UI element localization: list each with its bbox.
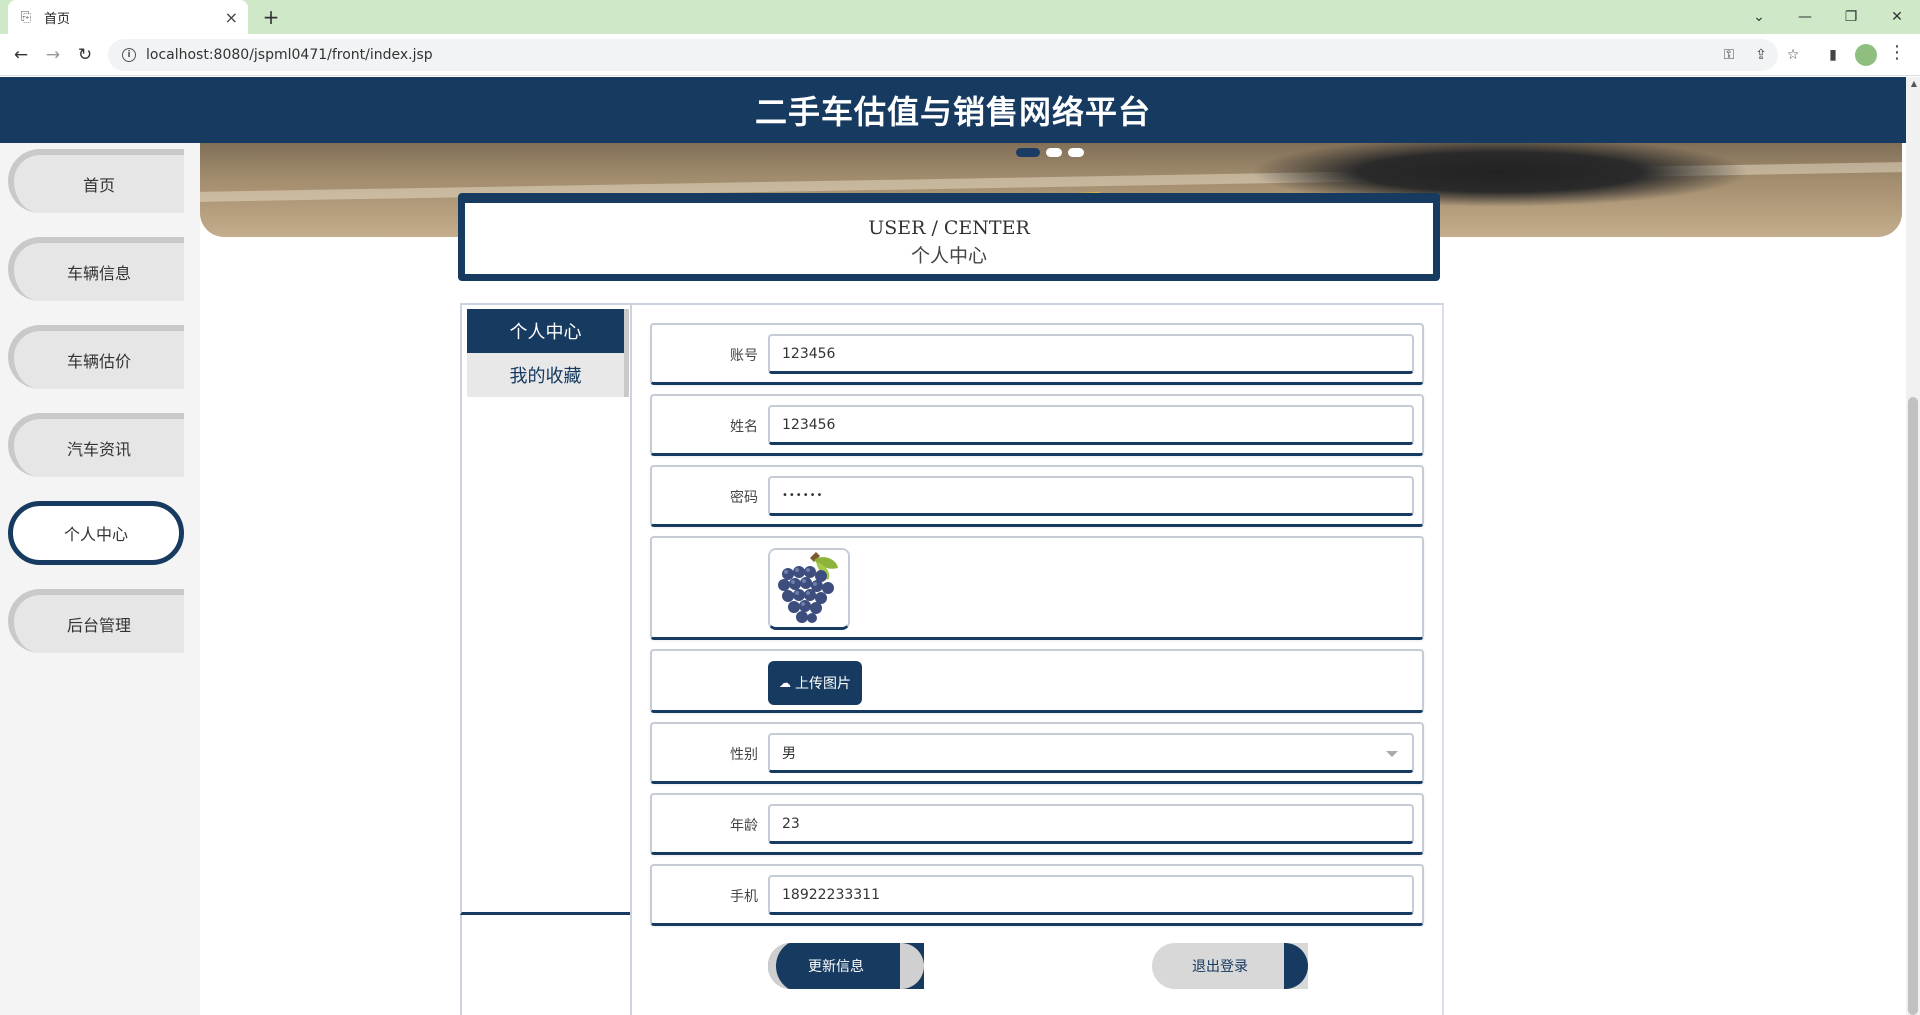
tab-favorites[interactable]: 我的收藏 — [467, 353, 629, 397]
bookmark-star-icon[interactable]: ☆ — [1780, 42, 1806, 68]
browser-tab[interactable]: ⎘ 首页 × — [8, 0, 248, 34]
new-tab-icon[interactable]: + — [258, 4, 284, 30]
account-label: 账号 — [730, 348, 758, 364]
browser-menu-icon[interactable]: ⋮ — [1888, 42, 1906, 63]
scrollbar-thumb[interactable] — [1908, 397, 1918, 1015]
browser-tab-title: 首页 — [44, 11, 71, 27]
gender-label: 性别 — [730, 747, 758, 763]
name-label: 姓名 — [730, 419, 758, 435]
age-label: 年龄 — [730, 818, 758, 834]
restore-icon[interactable]: ❐ — [1828, 0, 1874, 34]
form-row-gender: 性别 男 — [650, 722, 1424, 784]
carousel-dot[interactable] — [1016, 148, 1040, 157]
chevron-down-icon — [1386, 751, 1398, 757]
form-row-phone: 手机 18922233311 — [650, 864, 1424, 926]
page-viewport: 二手车估值与销售网络平台 首页 车辆信息 车辆估价 汽车资讯 个人中心 后台管理… — [0, 77, 1920, 1015]
sidebar-item-valuation[interactable]: 车辆估价 — [8, 325, 184, 389]
page-favicon-icon: ⎘ — [20, 9, 32, 25]
carousel-dot[interactable] — [1046, 148, 1062, 157]
close-window-icon[interactable]: ✕ — [1874, 0, 1920, 34]
scroll-up-icon[interactable]: ▲ — [1911, 79, 1917, 88]
sidebar-item-home[interactable]: 首页 — [8, 149, 184, 213]
user-center-title-box: USER / CENTER 个人中心 — [458, 193, 1440, 281]
key-icon[interactable]: ⚿ — [1716, 42, 1742, 68]
back-icon[interactable]: ← — [8, 42, 34, 68]
upload-image-label: 上传图片 — [795, 676, 851, 692]
logout-label: 退出登录 — [1192, 959, 1248, 975]
sidebar-item-news[interactable]: 汽车资讯 — [8, 413, 184, 477]
tab-profile[interactable]: 个人中心 — [467, 309, 629, 353]
avatar-image — [768, 548, 850, 630]
url-text: localhost:8080/jspml0471/front/index.jsp — [146, 47, 433, 63]
tab-search-icon[interactable]: ⌄ — [1736, 0, 1782, 34]
form-row-password: 密码 •••••• — [650, 465, 1424, 527]
logout-button[interactable]: 退出登录 — [1152, 943, 1308, 989]
site-info-icon[interactable]: i — [122, 48, 136, 62]
password-label: 密码 — [730, 490, 758, 506]
form-row-account: 账号 123456 — [650, 323, 1424, 385]
account-input[interactable]: 123456 — [768, 334, 1414, 374]
page-scrollbar[interactable]: ▲ — [1906, 77, 1920, 1015]
gender-select[interactable]: 男 — [768, 733, 1414, 773]
address-bar: ← → ↻ i localhost:8080/jspml0471/front/i… — [0, 34, 1920, 76]
name-input[interactable]: 123456 — [768, 405, 1414, 445]
browser-tab-bar: ⎘ 首页 × + ⌄ — ❐ ✕ — [0, 0, 1920, 34]
user-center-title-en: USER / CENTER — [868, 217, 1030, 239]
minimize-icon[interactable]: — — [1782, 0, 1828, 34]
profile-avatar-icon[interactable] — [1855, 44, 1877, 66]
user-center-tabs: 个人中心 我的收藏 — [467, 309, 629, 397]
form-row-age: 年龄 23 — [650, 793, 1424, 855]
side-panel-icon[interactable]: ▮ — [1820, 42, 1846, 68]
update-info-button[interactable]: 更新信息 — [768, 943, 924, 989]
cloud-upload-icon: ☁ — [779, 676, 791, 690]
sidebar-nav: 首页 车辆信息 车辆估价 汽车资讯 个人中心 后台管理 — [0, 143, 200, 1015]
form-row-name: 姓名 123456 — [650, 394, 1424, 456]
password-input[interactable]: •••••• — [768, 476, 1414, 516]
sidebar-item-vehicles[interactable]: 车辆信息 — [8, 237, 184, 301]
sidebar-item-admin[interactable]: 后台管理 — [8, 589, 184, 653]
reload-icon[interactable]: ↻ — [72, 42, 98, 68]
form-row-upload: ☁ 上传图片 — [650, 649, 1424, 713]
sidebar-item-user-center[interactable]: 个人中心 — [8, 501, 184, 565]
gender-selected-value: 男 — [782, 745, 796, 762]
carousel-dot[interactable] — [1068, 148, 1084, 157]
form-row-avatar — [650, 536, 1424, 640]
url-field[interactable]: i localhost:8080/jspml0471/front/index.j… — [108, 39, 1778, 71]
age-input[interactable]: 23 — [768, 804, 1414, 844]
phone-label: 手机 — [730, 889, 758, 905]
phone-input[interactable]: 18922233311 — [768, 875, 1414, 915]
forward-icon[interactable]: → — [40, 42, 66, 68]
site-header: 二手车估值与销售网络平台 — [0, 77, 1906, 143]
grapes-image — [770, 550, 848, 627]
user-center-title-cn: 个人中心 — [910, 245, 987, 267]
share-icon[interactable]: ⇪ — [1748, 42, 1774, 68]
carousel-dots — [1016, 148, 1084, 157]
upload-image-button[interactable]: ☁ 上传图片 — [768, 661, 862, 705]
update-info-label: 更新信息 — [808, 959, 864, 975]
close-tab-icon[interactable]: × — [225, 8, 238, 27]
site-title: 二手车估值与销售网络平台 — [754, 93, 1151, 131]
